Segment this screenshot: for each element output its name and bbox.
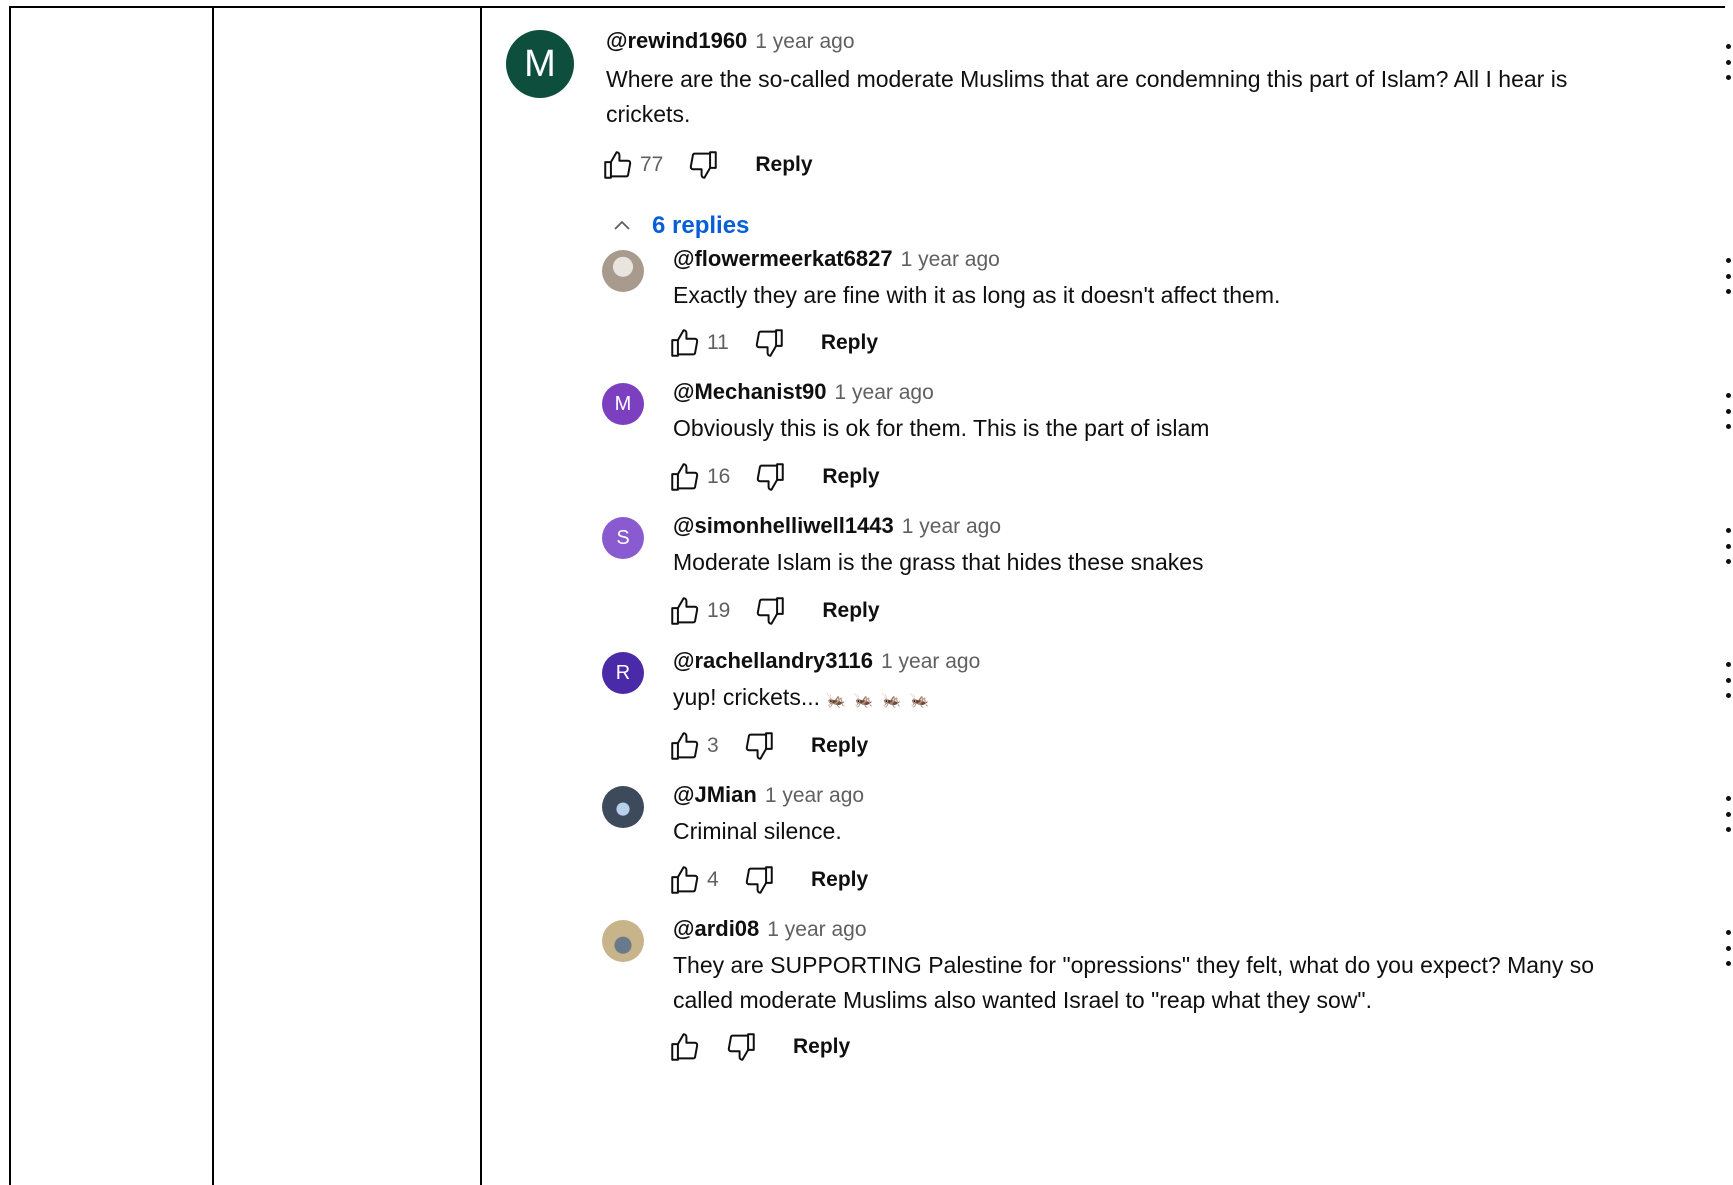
comment-author[interactable]: @ardi08	[673, 916, 759, 941]
thumbs-down-icon[interactable]	[752, 459, 788, 495]
comment-actions: 16 Reply	[667, 457, 880, 497]
comment-header: @Mechanist90 1 year ago	[673, 379, 934, 405]
avatar[interactable]	[602, 786, 644, 828]
thumbs-up-icon[interactable]	[667, 1029, 703, 1065]
more-vert-icon[interactable]	[1722, 258, 1733, 294]
comment-time[interactable]: 1 year ago	[767, 918, 866, 941]
comment-time[interactable]: 1 year ago	[765, 784, 864, 807]
comment-actions: Reply	[667, 1027, 850, 1067]
comment-author[interactable]: @flowermeerkat6827	[673, 246, 893, 271]
comment-time[interactable]: 1 year ago	[755, 30, 854, 53]
avatar[interactable]	[602, 250, 644, 292]
comment-actions: 4 Reply	[667, 860, 868, 900]
like-count: 3	[707, 734, 719, 757]
comment-actions: 19 Reply	[667, 591, 880, 631]
avatar[interactable]: R	[602, 652, 644, 694]
more-vert-icon[interactable]	[1722, 44, 1733, 80]
reply-button[interactable]: Reply	[811, 734, 868, 758]
more-vert-icon[interactable]	[1722, 662, 1733, 698]
like-count: 19	[707, 599, 731, 622]
reply-button[interactable]: Reply	[822, 465, 879, 489]
more-vert-icon[interactable]	[1722, 528, 1733, 564]
thumbs-down-icon[interactable]	[751, 325, 787, 361]
comment-author[interactable]: @rachellandry3116	[673, 648, 873, 673]
more-vert-icon[interactable]	[1722, 393, 1733, 429]
thumbs-up-icon[interactable]	[667, 325, 703, 361]
comment-time[interactable]: 1 year ago	[902, 515, 1001, 538]
comment-author[interactable]: @rewind1960	[606, 28, 747, 53]
like-count: 16	[707, 465, 731, 488]
comment-actions: 77 Reply	[600, 145, 813, 185]
comment-text: Exactly they are fine with it as long as…	[673, 282, 1281, 308]
thumbs-down-icon[interactable]	[741, 728, 777, 764]
more-vert-icon[interactable]	[1722, 796, 1733, 832]
comment-author[interactable]: @Mechanist90	[673, 379, 827, 404]
comment-text: Criminal silence.	[673, 818, 842, 844]
thumbs-down-icon[interactable]	[741, 862, 777, 898]
comment-author[interactable]: @JMian	[673, 782, 757, 807]
avatar[interactable]	[602, 920, 644, 962]
comment-header: @rewind1960 1 year ago	[606, 28, 855, 54]
comment-text: Where are the so-called moderate Muslims…	[606, 62, 1686, 132]
comment-thread: M @rewind1960 1 year ago Where are the so…	[482, 8, 1731, 1185]
reply-button[interactable]: Reply	[793, 1035, 850, 1059]
comment-header: @flowermeerkat6827 1 year ago	[673, 246, 1000, 272]
thumbs-up-icon[interactable]	[667, 459, 703, 495]
comment-header: @ardi08 1 year ago	[673, 916, 867, 942]
column-divider	[212, 6, 214, 1185]
comment-text: Moderate Islam is the grass that hides t…	[673, 549, 1204, 575]
thumbs-down-icon[interactable]	[752, 593, 788, 629]
comment-header: @simonhelliwell1443 1 year ago	[673, 513, 1001, 539]
more-vert-icon[interactable]	[1722, 930, 1733, 966]
replies-toggle-button[interactable]: 6 replies	[610, 212, 749, 240]
avatar[interactable]: S	[602, 517, 644, 559]
comment-author[interactable]: @simonhelliwell1443	[673, 513, 894, 538]
thumbs-up-icon[interactable]	[667, 593, 703, 629]
thumbs-up-icon[interactable]	[667, 728, 703, 764]
comment-actions: 3 Reply	[667, 726, 868, 766]
comment-actions: 11 Reply	[667, 323, 878, 363]
like-count: 77	[640, 153, 664, 176]
reply-button[interactable]: Reply	[821, 331, 878, 355]
thumbs-down-icon[interactable]	[685, 147, 721, 183]
comment-header: @JMian 1 year ago	[673, 782, 864, 808]
avatar[interactable]: M	[602, 383, 644, 425]
comment-text-line: crickets.	[606, 101, 691, 127]
reply-button[interactable]: Reply	[755, 153, 812, 177]
comment-text: yup! crickets... 🦗🦗🦗🦗	[673, 680, 938, 718]
comment-text-line: Where are the so-called moderate Muslims…	[606, 66, 1568, 92]
comment-header: @rachellandry3116 1 year ago	[673, 648, 980, 674]
replies-count-label: 6 replies	[652, 212, 750, 239]
thumbs-up-icon[interactable]	[600, 147, 636, 183]
comment-text-line: They are SUPPORTING Palestine for "opres…	[673, 952, 1594, 978]
avatar[interactable]: M	[506, 30, 574, 98]
comment-time[interactable]: 1 year ago	[901, 248, 1000, 271]
reply-button[interactable]: Reply	[811, 868, 868, 892]
comment-text: They are SUPPORTING Palestine for "opres…	[673, 948, 1693, 1018]
thumbs-up-icon[interactable]	[667, 862, 703, 898]
comment-text: Obviously this is ok for them. This is t…	[673, 415, 1210, 441]
comment-time[interactable]: 1 year ago	[881, 650, 980, 673]
comment-text-line: called moderate Muslims also wanted Isra…	[673, 987, 1372, 1013]
like-count: 4	[707, 868, 719, 891]
reply-button[interactable]: Reply	[822, 599, 879, 623]
cricket-emoji: 🦗🦗🦗🦗	[825, 692, 938, 709]
like-count: 11	[707, 331, 729, 354]
thumbs-down-icon[interactable]	[723, 1029, 759, 1065]
comment-text-content: yup! crickets...	[673, 684, 820, 710]
chevron-up-icon	[614, 220, 630, 230]
comment-time[interactable]: 1 year ago	[835, 381, 934, 404]
